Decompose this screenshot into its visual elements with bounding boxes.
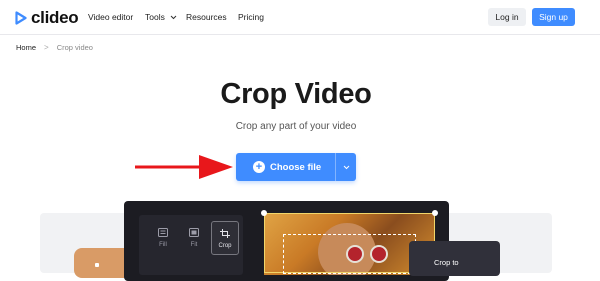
choose-file-main[interactable]: + Choose file [236,153,335,181]
tool-fill[interactable]: Fill [150,221,176,253]
tool-fit[interactable]: Fit [181,221,207,253]
choose-file-label: Choose file [270,162,322,173]
login-button[interactable]: Log in [488,8,526,26]
nav-pricing[interactable]: Pricing [238,12,264,22]
crop-selection-box[interactable] [283,234,416,274]
breadcrumb-current: Crop video [56,43,93,52]
nav-video-editor[interactable]: Video editor [88,12,133,22]
crop-handle-top-right[interactable] [432,210,438,216]
breadcrumb-home[interactable]: Home [16,43,36,52]
tool-crop-label: Crop [218,243,232,249]
play-logo-icon [15,11,27,25]
nav-resources[interactable]: Resources [186,12,227,22]
page-subtitle: Crop any part of your video [235,121,357,132]
page-title: Crop Video [220,78,372,110]
tool-fit-label: Fit [190,242,198,248]
breadcrumb-separator: > [44,43,49,52]
site-header: clideo Video editor Tools Resources Pric… [0,0,600,35]
chevron-down-icon [343,165,349,169]
choose-file-dropdown[interactable] [336,153,356,181]
plus-icon: + [253,161,265,173]
nav-tools-label: Tools [145,12,165,22]
choose-file-button[interactable]: + Choose file [236,153,356,181]
fit-icon [189,228,199,237]
clideo-logo[interactable]: clideo [15,8,79,28]
nav-tools[interactable]: Tools [145,12,177,22]
breadcrumb: Home > Crop video [16,43,93,52]
signup-button[interactable]: Sign up [532,8,575,26]
logo-text: clideo [31,8,79,27]
red-arrow-icon [135,155,233,179]
crop-handle-top-left[interactable] [261,210,267,216]
tool-crop[interactable]: Crop [211,221,239,255]
crop-icon [220,229,230,238]
crop-to-label: Crop to [434,258,459,267]
fill-icon [158,228,168,237]
tool-fill-label: Fill [159,242,167,248]
chevron-down-icon [170,15,177,20]
